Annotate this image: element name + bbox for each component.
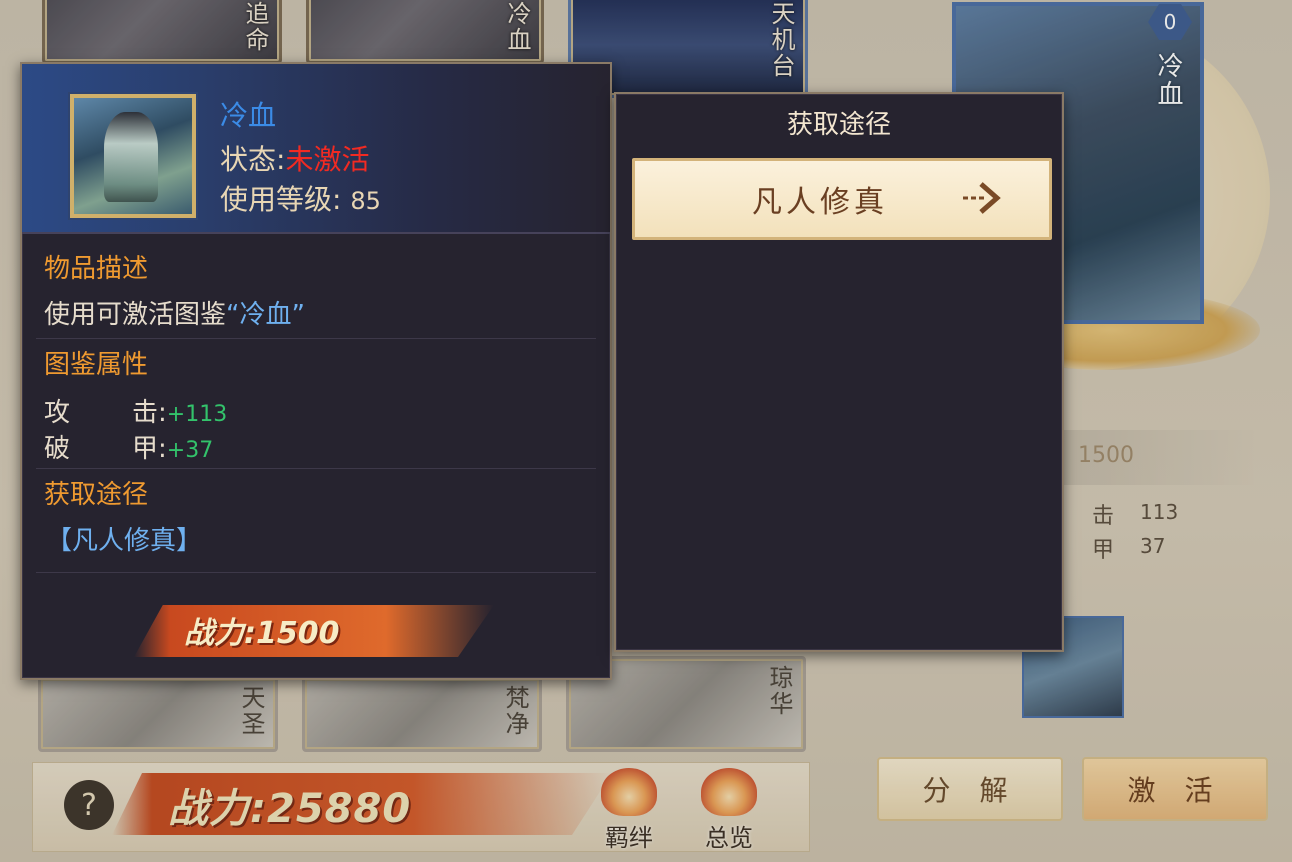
attr-key: 攻 xyxy=(44,398,71,428)
card-fanjing[interactable]: 梵净 xyxy=(302,676,542,752)
item-detail-popup: 冷血 状态:未激活 使用等级: 85 物品描述 使用可激活图鉴“冷血” 图鉴属性… xyxy=(20,62,612,680)
item-name: 冷血 xyxy=(220,99,277,132)
total-power-label: 战力:25880 xyxy=(168,786,412,832)
status-value: 未激活 xyxy=(285,143,370,176)
card-zhuiming[interactable]: 追命 xyxy=(42,0,282,64)
item-status: 状态:未激活 xyxy=(220,138,369,178)
desc-prefix: 使用可激活图鉴 xyxy=(44,300,227,330)
card-name: 琼华 xyxy=(765,665,793,717)
bond-button[interactable]: 羁绊 xyxy=(594,768,664,852)
source-entry-label: 凡人修真 xyxy=(752,185,888,220)
attr-row-attack: 攻 击:+113 xyxy=(44,392,227,429)
attr-value: +113 xyxy=(166,402,228,427)
desc-title: 物品描述 xyxy=(44,254,149,284)
divider xyxy=(36,338,596,339)
attr-label-armor: 甲 xyxy=(1092,538,1115,563)
divider xyxy=(36,468,596,469)
overview-button[interactable]: 总览 xyxy=(694,768,764,852)
bond-label: 羁绊 xyxy=(605,824,653,852)
source-popup: 获取途径 凡人修真 xyxy=(614,92,1064,652)
attr-key2: 甲: xyxy=(132,434,167,464)
level-value: 85 xyxy=(350,187,381,215)
attr-key2: 击: xyxy=(132,398,167,428)
item-power-label: 战力:1500 xyxy=(184,616,340,651)
card-name: 冷血 xyxy=(503,1,531,53)
card-lengxue[interactable]: 冷血 xyxy=(306,0,544,64)
hero-name: 冷血 xyxy=(1153,52,1183,108)
desc-highlight: “冷血” xyxy=(226,300,305,330)
arrow-right-icon xyxy=(963,182,1001,214)
attr-value: +37 xyxy=(166,438,214,463)
attr-label-attack: 击 xyxy=(1092,504,1115,529)
attr-key: 破 xyxy=(44,434,71,464)
attr-value-armor: 37 xyxy=(1140,534,1166,558)
card-name: 天机台 xyxy=(767,1,795,79)
desc-text: 使用可激活图鉴“冷血” xyxy=(44,294,305,331)
item-icon xyxy=(70,94,196,218)
status-label: 状态: xyxy=(220,143,286,176)
card-tiansheng[interactable]: 天圣 xyxy=(38,676,278,752)
card-name: 天圣 xyxy=(237,685,265,737)
attr-row-armor: 破 甲:+37 xyxy=(44,428,213,465)
help-button[interactable]: ? xyxy=(64,780,114,830)
decompose-button[interactable]: 分 解 xyxy=(877,757,1063,821)
bond-icon xyxy=(601,768,657,816)
character-portrait xyxy=(104,112,158,202)
overview-icon xyxy=(701,768,757,816)
divider xyxy=(36,572,596,573)
source-entry-button[interactable]: 凡人修真 xyxy=(632,158,1052,240)
level-label: 使用等级: xyxy=(220,183,342,216)
card-name: 梵净 xyxy=(501,685,529,737)
attr-title: 图鉴属性 xyxy=(44,350,149,380)
source-link[interactable]: 【凡人修真】 xyxy=(46,520,202,557)
attr-value-attack: 113 xyxy=(1140,500,1179,524)
card-name: 追命 xyxy=(241,1,269,53)
hero-power: 1500 xyxy=(1078,443,1134,468)
source-popup-title: 获取途径 xyxy=(786,110,891,140)
activate-button[interactable]: 激 活 xyxy=(1082,757,1268,821)
overview-label: 总览 xyxy=(705,824,753,852)
source-title: 获取途径 xyxy=(44,480,149,510)
item-level: 使用等级: 85 xyxy=(220,178,381,218)
